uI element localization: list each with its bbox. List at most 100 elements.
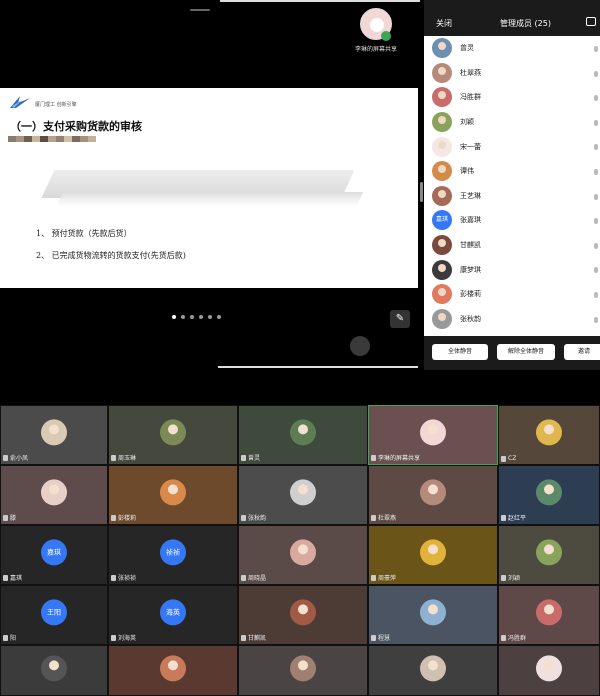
- mic-icon[interactable]: [594, 316, 598, 323]
- avatar: [432, 185, 452, 206]
- avatar: [160, 419, 186, 446]
- member-row[interactable]: 宋一蕾: [424, 134, 600, 159]
- page-dot[interactable]: [199, 315, 203, 319]
- avatar: [432, 62, 452, 83]
- video-tile[interactable]: 彭楼莉: [108, 465, 238, 525]
- member-row[interactable]: 曾灵: [424, 36, 600, 61]
- invite-button[interactable]: 邀请: [564, 344, 600, 360]
- speaker-avatar[interactable]: [350, 336, 370, 356]
- video-tile[interactable]: [108, 645, 238, 696]
- video-tile[interactable]: 刘颖: [498, 525, 600, 585]
- participant-name: 张秋韵: [248, 515, 267, 522]
- video-tile[interactable]: 俞小凤: [0, 405, 108, 465]
- participant-name: 周豪萍: [378, 575, 397, 582]
- member-row[interactable]: 谭伟: [424, 159, 600, 184]
- avatar: [432, 161, 452, 182]
- avatar: [290, 479, 316, 506]
- mic-icon[interactable]: [594, 144, 598, 151]
- tile-label: 程慧: [371, 633, 390, 642]
- mic-icon[interactable]: [594, 119, 598, 126]
- swatch: [56, 136, 64, 142]
- video-grid: 俞小凤 周玉琳 曾灵 李琳的屏幕共享 CZ 滕彭楼莉 张秋韵 杜翠燕 赵红平 嘉琪 嘉琪 祯祯 张祯祯周…: [0, 405, 600, 696]
- member-name: 刘颖: [460, 118, 474, 127]
- avatar: [290, 654, 316, 681]
- members-title: 管理成员 (25): [500, 19, 551, 28]
- page-dot[interactable]: [181, 315, 185, 319]
- member-row[interactable]: 嘉琪 张嘉琪: [424, 208, 600, 233]
- unmute-all-button[interactable]: 解除全体静音: [497, 344, 555, 360]
- close-button[interactable]: 关闭: [436, 18, 452, 29]
- video-tile[interactable]: 李琳的屏幕共享: [368, 405, 498, 465]
- video-tile[interactable]: 甘麒凯: [238, 585, 368, 645]
- tile-label: 甘麒凯: [241, 633, 266, 642]
- video-tile[interactable]: 杜翠燕: [368, 465, 498, 525]
- video-tile[interactable]: 赵红平: [498, 465, 600, 525]
- mic-icon[interactable]: [594, 218, 598, 225]
- swatch: [40, 136, 48, 142]
- panel-drag-handle[interactable]: [420, 182, 423, 202]
- member-row[interactable]: 刘颖: [424, 110, 600, 135]
- video-tile[interactable]: [238, 645, 368, 696]
- avatar: [432, 87, 452, 108]
- video-tile[interactable]: 滕: [0, 465, 108, 525]
- tile-label: 张祯祯: [111, 573, 136, 582]
- page-dot[interactable]: [190, 315, 194, 319]
- participant-name: 嘉琪: [10, 575, 23, 582]
- mic-icon[interactable]: [594, 291, 598, 298]
- page-dot[interactable]: [172, 315, 176, 319]
- video-tile[interactable]: 王阳阳: [0, 585, 108, 645]
- video-tile[interactable]: 张秋韵: [238, 465, 368, 525]
- member-row[interactable]: 彭楼莉: [424, 282, 600, 307]
- avatar: [536, 479, 562, 506]
- member-row[interactable]: 杜翠燕: [424, 61, 600, 86]
- video-tile[interactable]: 祯祯 张祯祯: [108, 525, 238, 585]
- mute-all-button[interactable]: 全体静音: [432, 344, 488, 360]
- slide-page-dots[interactable]: [172, 315, 221, 319]
- video-tile[interactable]: 冯胜群: [498, 585, 600, 645]
- swatch: [64, 136, 72, 142]
- page-dot[interactable]: [208, 315, 212, 319]
- video-tile[interactable]: 程慧: [368, 585, 498, 645]
- video-tile[interactable]: 海英 刘海英: [108, 585, 238, 645]
- video-tile[interactable]: 曾灵: [238, 405, 368, 465]
- video-tile[interactable]: 嘉琪 嘉琪: [0, 525, 108, 585]
- video-tile[interactable]: 周豪萍: [368, 525, 498, 585]
- mic-off-icon: [111, 574, 116, 581]
- mic-icon[interactable]: [594, 46, 598, 52]
- member-row[interactable]: 张秋韵: [424, 307, 600, 332]
- video-tile[interactable]: [498, 645, 600, 696]
- member-row[interactable]: 康梦琪: [424, 257, 600, 282]
- mic-icon[interactable]: [594, 70, 598, 77]
- screen-sharer[interactable]: 李琳的屏幕共享: [348, 8, 404, 53]
- mic-icon[interactable]: [594, 168, 598, 175]
- video-tile[interactable]: 周玉琳: [108, 405, 238, 465]
- tile-label: 周豪萍: [371, 573, 396, 582]
- mic-off-icon: [371, 454, 376, 461]
- member-row[interactable]: 冯胜群: [424, 85, 600, 110]
- mic-icon[interactable]: [594, 267, 598, 274]
- avatar: [160, 654, 186, 681]
- mic-icon[interactable]: [594, 193, 598, 200]
- members-panel-header: 关闭 管理成员 (25): [424, 0, 600, 36]
- video-tile[interactable]: 周晓晶: [238, 525, 368, 585]
- video-tile[interactable]: [368, 645, 498, 696]
- participant-name: 赵红平: [508, 515, 527, 522]
- slide-swatches: [8, 136, 96, 142]
- annotate-button[interactable]: ✎: [390, 310, 410, 328]
- avatar: [160, 479, 186, 506]
- tile-label: 滕: [3, 513, 16, 522]
- avatar: [536, 419, 562, 446]
- participant-name: 杜翠燕: [378, 515, 397, 522]
- shared-slide: 厦门理工 创新引擎 （一）支付采购货款的审核 1、 预付货款（先款后货） 2、 …: [0, 88, 418, 288]
- video-tile[interactable]: CZ: [498, 405, 600, 465]
- member-row[interactable]: 王艺琳: [424, 184, 600, 209]
- mic-icon[interactable]: [594, 95, 598, 102]
- share-link-icon[interactable]: [586, 17, 596, 26]
- video-tile[interactable]: [0, 645, 108, 696]
- mic-off-icon: [241, 514, 246, 521]
- avatar: [432, 136, 452, 157]
- mic-icon[interactable]: [594, 242, 598, 249]
- page-dot[interactable]: [217, 315, 221, 319]
- member-row[interactable]: 甘麒凯: [424, 233, 600, 258]
- avatar: [432, 235, 452, 256]
